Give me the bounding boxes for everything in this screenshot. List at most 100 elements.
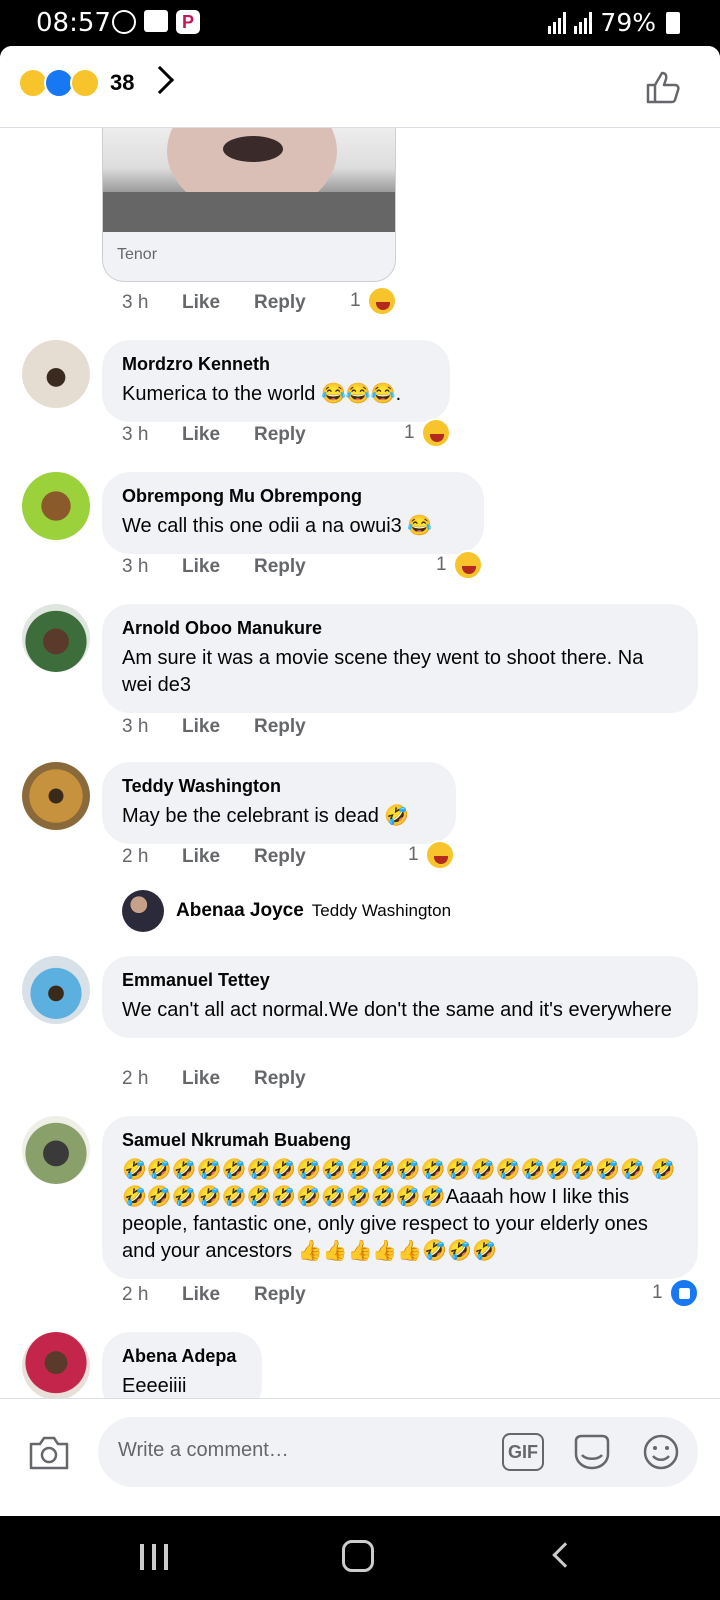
commenter-name[interactable]: Teddy Washington	[122, 776, 436, 797]
haha-reaction-icon	[420, 418, 451, 448]
gif-mouth	[223, 136, 283, 162]
comment-text: Kumerica to the world 😂😂😂.	[122, 383, 402, 405]
like-button[interactable]: Like	[182, 716, 254, 738]
comment-bubble[interactable]: Teddy Washington May be the celebrant is…	[102, 762, 456, 844]
comment-placeholder[interactable]: Write a comment…	[118, 1439, 289, 1462]
comment-actions: 2 h Like Reply	[122, 846, 324, 868]
comment-reactions[interactable]: 1	[408, 840, 455, 870]
reply-button[interactable]: Reply	[254, 846, 324, 868]
reply-button[interactable]: Reply	[254, 292, 324, 314]
comment-time: 3 h	[122, 556, 149, 577]
like-button[interactable]: Like	[182, 424, 254, 446]
comment-composer: Write a comment… GIF	[0, 1398, 720, 1516]
comment-actions: 2 h Like Reply	[122, 1068, 324, 1090]
avatar[interactable]	[122, 890, 164, 932]
comment-actions: 2 h Like Reply	[122, 1284, 324, 1306]
reaction-summary[interactable]: 38	[18, 68, 134, 98]
comment-bubble[interactable]: Emmanuel Tettey We can't all act normal.…	[102, 956, 698, 1038]
reaction-count: 1	[408, 844, 419, 865]
comment-reactions[interactable]: 1	[652, 1278, 699, 1308]
comment-time: 3 h	[122, 716, 149, 737]
reply-mention: Teddy Washington	[311, 901, 452, 920]
comment-actions: 3 h Like Reply	[122, 556, 324, 578]
like-button[interactable]: Like	[182, 1068, 254, 1090]
reaction-count: 1	[436, 554, 447, 575]
camera-icon[interactable]	[28, 1435, 70, 1471]
comment-reactions[interactable]: 1	[350, 286, 397, 316]
reactions-header[interactable]: 38	[0, 46, 720, 128]
reply-author-name[interactable]: Abenaa Joyce	[176, 900, 304, 922]
avatar[interactable]	[22, 956, 90, 1024]
comment-feed: Tenor 3 h Like Reply 1 Mordzro Kenneth K…	[0, 128, 720, 1398]
comment-time: 2 h	[122, 1068, 149, 1089]
gif-icon[interactable]: GIF	[502, 1433, 544, 1471]
comment-input[interactable]: Write a comment… GIF	[98, 1417, 698, 1487]
commenter-name[interactable]: Samuel Nkrumah Buabeng	[122, 1130, 678, 1151]
comment-reactions[interactable]: 1	[436, 550, 483, 580]
home-icon[interactable]	[342, 1540, 374, 1572]
reaction-count: 38	[110, 70, 135, 95]
comment-time: 3 h	[122, 292, 149, 313]
comment-bubble[interactable]: Obrempong Mu Obrempong We call this one …	[102, 472, 484, 554]
gif-shirt	[103, 192, 395, 232]
back-icon[interactable]	[552, 1542, 578, 1568]
commenter-name[interactable]: Abena Adepa	[122, 1346, 242, 1367]
commenter-name[interactable]: Arnold Oboo Manukure	[122, 618, 678, 639]
haha-reaction-icon	[366, 286, 397, 316]
status-right: 79%	[548, 8, 680, 37]
like-button[interactable]: Like	[182, 292, 254, 314]
comment-text: 🤣🤣🤣🤣🤣🤣🤣🤣🤣🤣🤣🤣🤣🤣🤣🤣🤣🤣🤣🤣🤣 🤣🤣🤣🤣🤣🤣🤣🤣🤣🤣🤣🤣🤣🤣Aaaa…	[122, 1159, 676, 1262]
navigation-bar	[0, 1516, 720, 1600]
like-thumb-icon[interactable]	[644, 68, 682, 106]
comment-actions: 3 h Like Reply	[122, 424, 324, 446]
comment-time: 3 h	[122, 424, 149, 445]
reaction-count: 1	[404, 422, 415, 443]
comment-reactions[interactable]: 1	[404, 418, 451, 448]
reaction-count: 1	[652, 1282, 663, 1303]
comment-actions: 3 h Like Reply	[122, 716, 324, 738]
comment-bubble[interactable]: Mordzro Kenneth Kumerica to the world 😂😂…	[102, 340, 450, 422]
comment-time: 2 h	[122, 1284, 149, 1305]
signal-icon	[548, 11, 567, 34]
comment-time: 2 h	[122, 846, 149, 867]
wow-icon	[70, 68, 100, 98]
reply-button[interactable]: Reply	[254, 716, 324, 738]
reply-preview[interactable]: Abenaa Joyce Teddy Washington	[122, 890, 451, 932]
gallery-icon	[144, 10, 168, 32]
avatar[interactable]	[22, 1116, 90, 1184]
comment-text: We call this one odii a na owui3 😂	[122, 515, 433, 537]
commenter-name[interactable]: Mordzro Kenneth	[122, 354, 430, 375]
status-bar: 08:57 P 79%	[0, 0, 720, 46]
status-time: 08:57	[36, 8, 111, 38]
like-button[interactable]: Like	[182, 846, 254, 868]
avatar[interactable]	[22, 1332, 90, 1398]
notification-icons: P	[112, 10, 200, 34]
emoji-icon[interactable]	[642, 1433, 680, 1471]
comment-bubble[interactable]: Arnold Oboo Manukure Am sure it was a mo…	[102, 604, 698, 713]
battery-icon	[666, 11, 680, 34]
like-button[interactable]: Like	[182, 556, 254, 578]
avatar[interactable]	[22, 340, 90, 408]
avatar[interactable]	[22, 762, 90, 830]
reply-button[interactable]: Reply	[254, 424, 324, 446]
like-reaction-icon	[668, 1278, 699, 1308]
gif-attachment[interactable]: Tenor	[102, 128, 396, 282]
recent-apps-icon[interactable]	[140, 1544, 168, 1570]
comment-bubble[interactable]: Samuel Nkrumah Buabeng 🤣🤣🤣🤣🤣🤣🤣🤣🤣🤣🤣🤣🤣🤣🤣🤣🤣…	[102, 1116, 698, 1279]
avatar[interactable]	[22, 604, 90, 672]
reply-button[interactable]: Reply	[254, 1284, 324, 1306]
comment-bubble[interactable]: Abena Adepa Eeeeiiii	[102, 1332, 262, 1398]
sticker-icon[interactable]	[572, 1433, 612, 1471]
reply-button[interactable]: Reply	[254, 1068, 324, 1090]
haha-reaction-icon	[424, 840, 455, 870]
app-p-icon: P	[176, 10, 200, 34]
commenter-name[interactable]: Emmanuel Tettey	[122, 970, 678, 991]
reply-button[interactable]: Reply	[254, 556, 324, 578]
comments-screen: 38 Tenor 3 h Like Reply 1 Mordzro Kennet…	[0, 46, 720, 1516]
like-button[interactable]: Like	[182, 1284, 254, 1306]
commenter-name[interactable]: Obrempong Mu Obrempong	[122, 486, 464, 507]
signal-icon-2	[574, 11, 593, 34]
chevron-right-icon[interactable]	[145, 65, 175, 95]
avatar[interactable]	[22, 472, 90, 540]
haha-reaction-icon	[452, 550, 483, 580]
